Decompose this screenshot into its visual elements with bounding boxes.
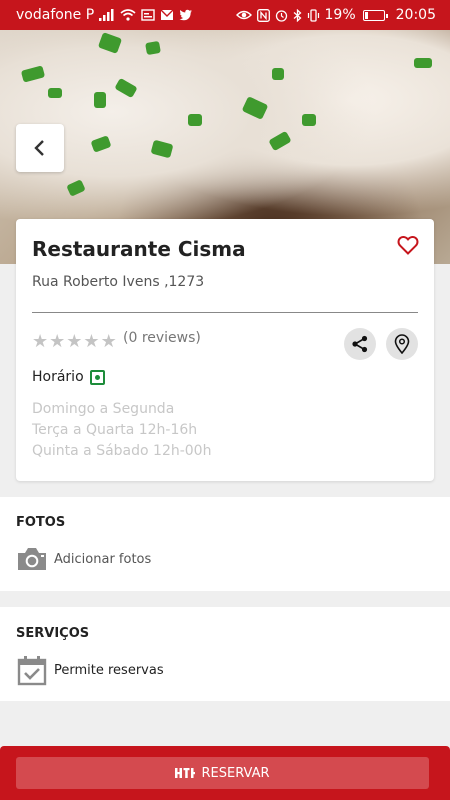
hours-line: Terça a Quarta 12h-16h [32, 422, 198, 438]
wifi-icon [120, 9, 136, 21]
map-location-button[interactable] [386, 328, 418, 360]
bluetooth-icon [293, 8, 301, 22]
open-status-icon [89, 369, 105, 385]
location-pin-icon [394, 334, 410, 354]
garnish [150, 139, 174, 159]
garnish [241, 96, 269, 120]
garnish [272, 68, 284, 80]
status-left: vodafone P [16, 7, 193, 23]
garnish [94, 92, 106, 108]
battery-percent: 19% [324, 7, 356, 23]
garnish [66, 179, 86, 197]
back-button[interactable] [16, 124, 64, 172]
status-bar: vodafone P 19% 20:05 [0, 0, 450, 30]
star-icon: ★ [66, 331, 83, 352]
garnish [145, 40, 161, 56]
service-item: Permite reservas [16, 654, 164, 686]
camera-icon [18, 548, 46, 570]
add-photos-button[interactable]: Adicionar fotos [16, 546, 151, 572]
photos-title: FOTOS [16, 515, 66, 530]
garnish [268, 130, 292, 152]
star-icon: ★ [32, 331, 49, 352]
share-icon [352, 335, 368, 353]
carrier-label: vodafone P [16, 7, 95, 23]
status-right: 19% 20:05 [235, 7, 436, 23]
eye-icon [235, 10, 252, 20]
battery-level [364, 11, 368, 19]
reserve-label: RESERVAR [201, 765, 270, 781]
garnish [90, 135, 112, 153]
nfc-icon [256, 8, 270, 22]
share-button[interactable] [344, 328, 376, 360]
star-icon: ★ [100, 331, 117, 352]
photos-section: FOTOS Adicionar fotos [0, 497, 450, 591]
garnish [302, 114, 316, 126]
vibrate-icon [307, 8, 319, 22]
reserve-bar: RESERVAR [0, 746, 450, 800]
signal-icon [99, 9, 114, 21]
reserve-button[interactable]: RESERVAR [16, 757, 429, 789]
schedule-header: Horário [32, 369, 105, 385]
star-icon: ★ [49, 331, 66, 352]
calendar-check-icon [17, 656, 47, 686]
service-label: Permite reservas [54, 662, 164, 678]
hours-line: Domingo a Segunda [32, 401, 175, 417]
chevron-left-icon [34, 140, 44, 156]
notification-icon [141, 9, 155, 21]
garnish [414, 58, 432, 68]
hours-line: Quinta a Sábado 12h-00h [32, 443, 212, 459]
favorite-heart-icon[interactable] [396, 233, 420, 257]
reviews-count[interactable]: (0 reviews) [123, 330, 201, 346]
divider [32, 312, 418, 313]
garnish [97, 32, 123, 54]
mail-icon [160, 9, 174, 20]
restaurant-address: Rua Roberto Ivens ,1273 [32, 274, 205, 290]
garnish [188, 114, 202, 126]
restaurant-logo-icon [175, 768, 196, 778]
restaurant-info-card: Restaurante Cisma Rua Roberto Ivens ,127… [16, 219, 434, 481]
garnish [48, 88, 62, 98]
star-icon: ★ [83, 331, 100, 352]
services-title: SERVIÇOS [16, 626, 90, 641]
opening-hours: Domingo a Segunda Terça a Quarta 12h-16h… [32, 399, 211, 462]
schedule-label: Horário [32, 369, 84, 385]
garnish [114, 77, 138, 99]
restaurant-name: Restaurante Cisma [32, 237, 246, 261]
alarm-icon [275, 9, 287, 22]
services-section: SERVIÇOS Permite reservas [0, 607, 450, 701]
add-photos-label: Adicionar fotos [54, 551, 152, 567]
garnish [20, 65, 46, 83]
battery-icon [362, 9, 388, 21]
rating-stars: ★ ★ ★ ★ ★ [32, 331, 117, 352]
clock: 20:05 [395, 7, 436, 23]
twitter-icon [179, 9, 193, 21]
